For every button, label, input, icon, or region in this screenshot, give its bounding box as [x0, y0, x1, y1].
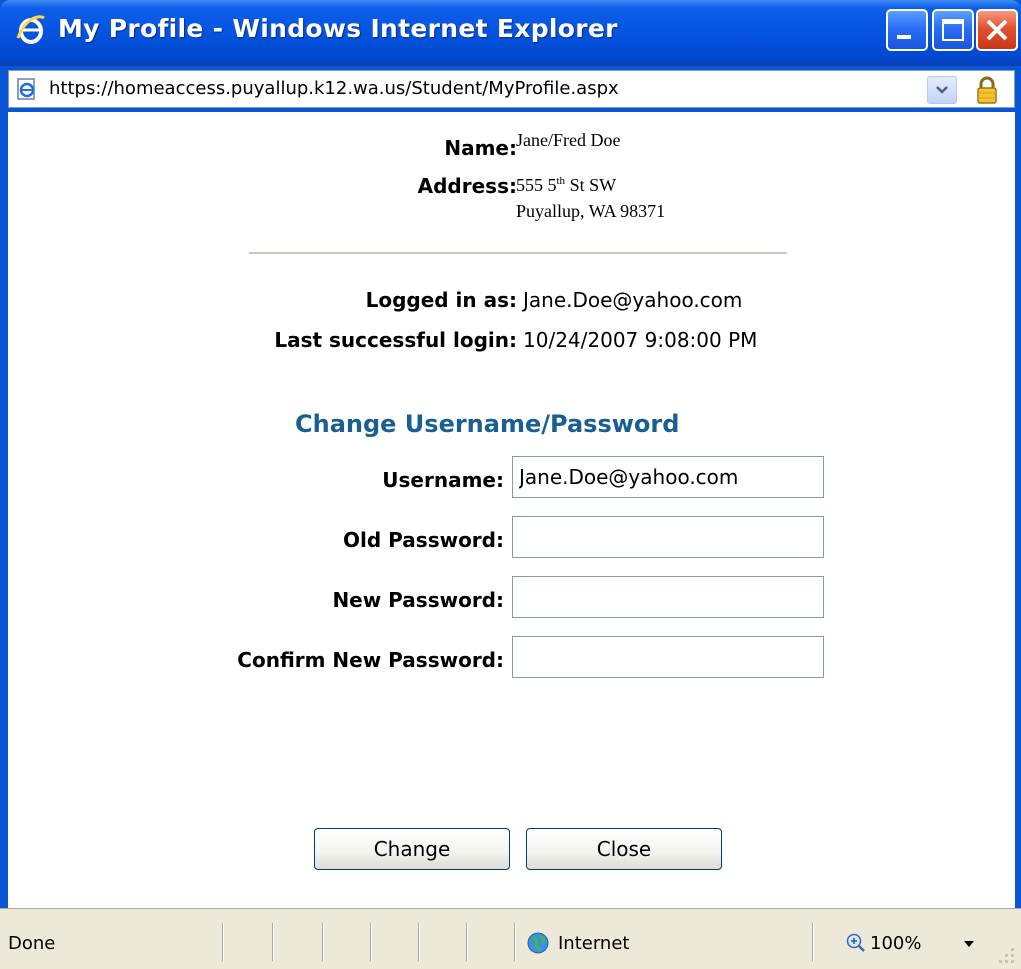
status-separator	[272, 923, 274, 961]
username-label: Username:	[382, 468, 504, 492]
globe-icon	[527, 932, 549, 954]
maximize-icon	[942, 19, 964, 41]
window-title: My Profile - Windows Internet Explorer	[58, 14, 618, 43]
page-icon	[17, 78, 35, 100]
address-line2: Puyallup, WA 98371	[516, 201, 666, 221]
name-value: Jane/Fred Doe	[516, 130, 621, 150]
status-separator	[812, 923, 814, 961]
address-street-number: 555 5	[516, 175, 557, 195]
close-window-button[interactable]	[976, 9, 1018, 51]
zoom-dropdown-arrow[interactable]	[964, 941, 974, 947]
close-button[interactable]: Close	[526, 828, 722, 870]
address-bar: https://homeaccess.puyallup.k12.wa.us/St…	[0, 66, 1021, 112]
page-content: Name: Jane/Fred Doe Address: 555 5th St …	[8, 112, 1015, 908]
logged-in-label: Logged in as:	[365, 288, 517, 312]
minimize-icon	[897, 35, 911, 39]
address-url: https://homeaccess.puyallup.k12.wa.us/St…	[49, 78, 619, 99]
address-dropdown-button[interactable]	[927, 76, 957, 104]
old-password-label: Old Password:	[343, 528, 504, 552]
address-line1: 555 5th St SW	[516, 175, 616, 196]
title-bar[interactable]: My Profile - Windows Internet Explorer	[0, 0, 1021, 66]
new-password-label: New Password:	[332, 588, 504, 612]
last-login-label: Last successful login:	[274, 328, 517, 352]
resize-grip-icon[interactable]	[996, 945, 1016, 965]
status-separator	[466, 923, 468, 961]
address-street-name: St SW	[565, 175, 617, 195]
change-credentials-heading: Change Username/Password	[295, 410, 680, 438]
name-label: Name:	[444, 136, 517, 160]
confirm-password-label: Confirm New Password:	[237, 648, 504, 672]
divider	[249, 252, 787, 254]
lock-icon[interactable]	[971, 74, 1003, 106]
address-field[interactable]: https://homeaccess.puyallup.k12.wa.us/St…	[8, 70, 1015, 108]
username-input[interactable]	[512, 456, 824, 498]
new-password-input[interactable]	[512, 576, 824, 618]
status-text: Done	[8, 933, 56, 954]
confirm-password-input[interactable]	[512, 636, 824, 678]
browser-window: My Profile - Windows Internet Explorer h…	[0, 0, 1021, 969]
status-separator	[322, 923, 324, 961]
status-separator	[222, 923, 224, 961]
ie-logo-icon	[16, 15, 45, 44]
status-bar: Done Internet 100%	[0, 908, 1021, 969]
zone-text: Internet	[558, 933, 630, 954]
maximize-button[interactable]	[932, 9, 974, 51]
change-button[interactable]: Change	[314, 828, 510, 870]
minimize-button[interactable]	[886, 9, 928, 51]
status-separator	[370, 923, 372, 961]
zoom-level[interactable]: 100%	[870, 933, 921, 954]
dropdown-arrow-icon	[936, 86, 948, 94]
status-separator	[514, 923, 516, 961]
zoom-icon[interactable]	[846, 933, 866, 953]
status-separator	[418, 923, 420, 961]
last-login-value: 10/24/2007 9:08:00 PM	[523, 328, 758, 352]
close-icon	[986, 19, 1008, 41]
logged-in-value: Jane.Doe@yahoo.com	[523, 288, 743, 312]
old-password-input[interactable]	[512, 516, 824, 558]
address-label: Address:	[417, 174, 517, 198]
address-ordinal-suffix: th	[556, 175, 566, 187]
